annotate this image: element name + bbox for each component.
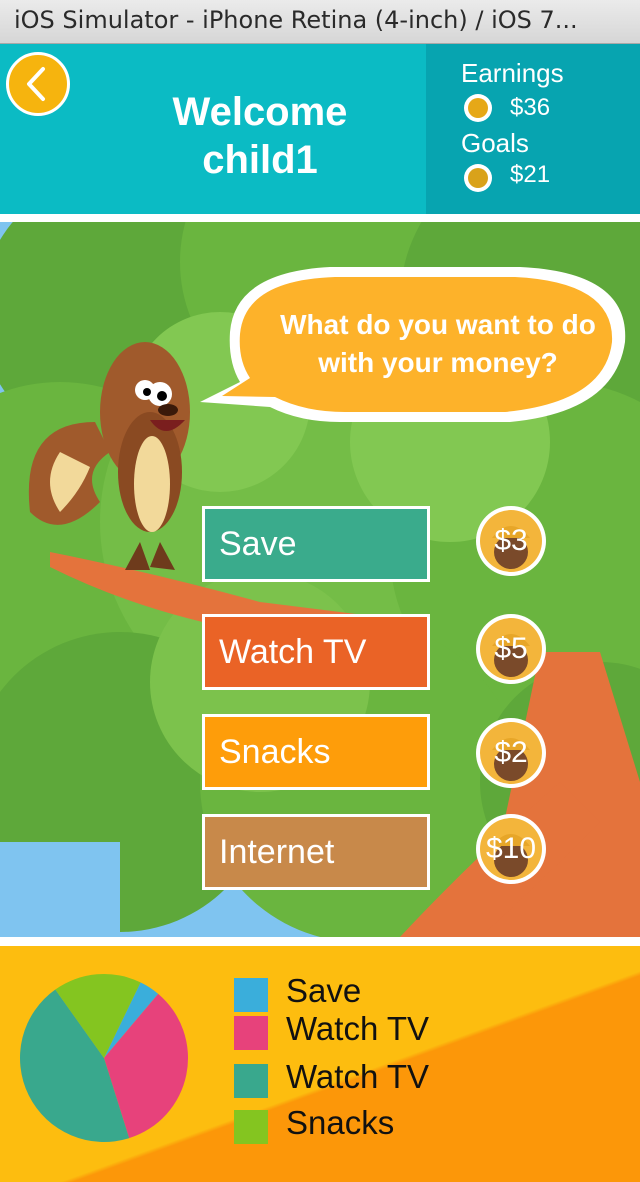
choice-internet-button[interactable]: Internet	[202, 814, 430, 890]
choice-save-button[interactable]: Save	[202, 506, 430, 582]
cost-badge: $2	[494, 736, 528, 769]
legend-label: Snacks	[286, 1104, 395, 1141]
welcome-line: Welcome	[172, 90, 348, 134]
legend-label: Watch TV	[286, 1058, 430, 1095]
username: child1	[202, 138, 318, 182]
choice-label: Watch TV	[219, 633, 367, 671]
cost-badge: $3	[494, 524, 528, 557]
window-title: iOS Simulator - iPhone Retina (4-inch) /…	[14, 6, 578, 34]
legend-label: Save	[286, 972, 362, 1009]
cost-badge: $5	[494, 632, 528, 665]
choice-watch-tv-button[interactable]: Watch TV	[202, 614, 430, 690]
legend-swatch	[234, 1016, 268, 1050]
back-button[interactable]	[6, 52, 70, 116]
legend-swatch	[234, 1110, 268, 1144]
cost-badge: $10	[485, 832, 537, 865]
acorn-coin-icon	[464, 94, 492, 122]
earnings-value: $36	[510, 94, 551, 121]
choice-label: Snacks	[219, 733, 331, 771]
choice-label: Internet	[219, 833, 335, 871]
legend-swatch	[234, 1064, 268, 1098]
chevron-left-icon	[27, 67, 45, 101]
spending-pie-chart	[20, 974, 188, 1142]
goals-label: Goals	[461, 128, 529, 158]
speech-bubble-text: What do you want to do with your money?	[280, 309, 596, 378]
welcome-title: Welcome child1	[140, 88, 380, 184]
tree-coin-icon	[464, 164, 492, 192]
divider	[0, 937, 640, 946]
simulator-title-bar: iOS Simulator - iPhone Retina (4-inch) /…	[0, 0, 640, 44]
choice-snacks-button[interactable]: Snacks	[202, 714, 430, 790]
divider	[0, 214, 640, 222]
spending-summary: Save Watch TV Watch TV Snacks	[0, 946, 640, 1182]
legend-swatch	[234, 978, 268, 1012]
earnings-label: Earnings	[461, 58, 564, 88]
goals-value: $21	[510, 161, 551, 188]
legend-label: Watch TV	[286, 1010, 430, 1047]
choice-label: Save	[219, 525, 297, 563]
